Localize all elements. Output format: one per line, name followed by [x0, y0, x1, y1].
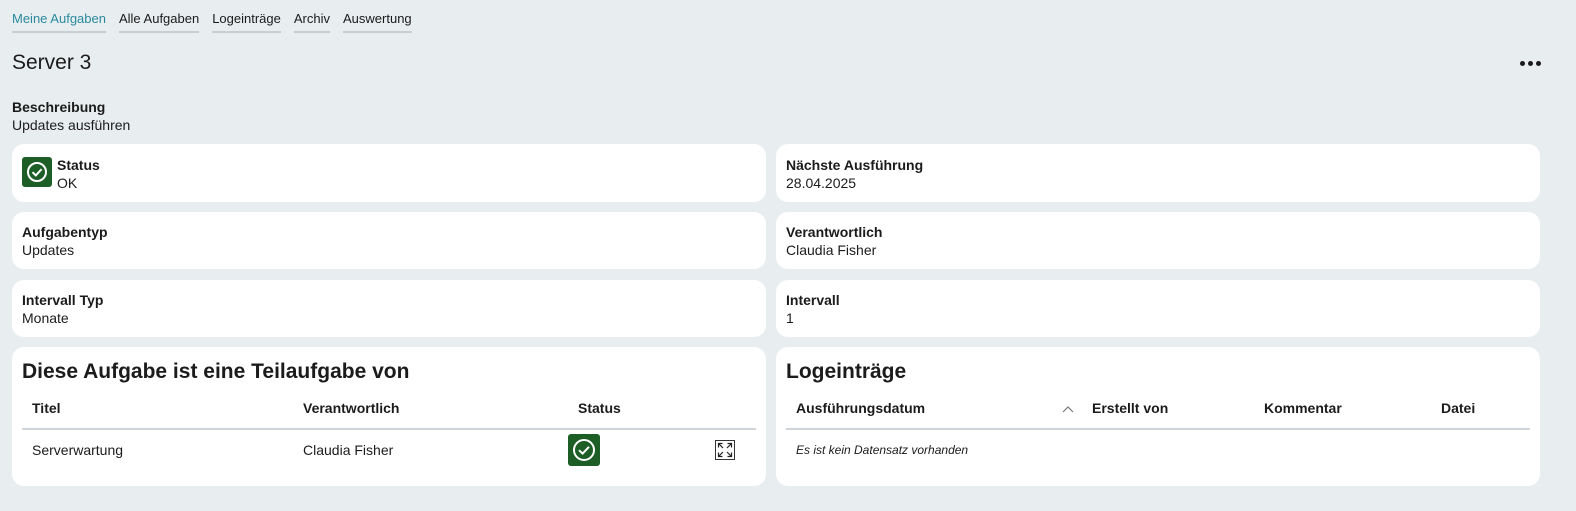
chevron-up-icon[interactable] [1062, 400, 1074, 416]
column-header-actions [703, 387, 756, 430]
more-options-button[interactable] [1517, 55, 1543, 71]
column-header-ausfuehrungsdatum[interactable]: Ausführungsdatum [786, 387, 1082, 430]
row-responsible: Claudia Fisher [303, 441, 394, 458]
more-horizontal-icon [1519, 60, 1525, 66]
interval-label: Intervall [786, 292, 840, 308]
status-value: OK [57, 175, 78, 191]
page-title: Server 3 [12, 51, 92, 74]
status-label: Status [57, 157, 100, 173]
table-row[interactable]: Serverwartung Claudia Fisher [22, 429, 756, 469]
description: Beschreibung Updates ausführen [12, 99, 130, 134]
column-header-kommentar[interactable]: Kommentar [1254, 387, 1431, 430]
expand-icon[interactable] [715, 439, 735, 460]
column-label-ausfuehrungsdatum: Ausführungsdatum [796, 399, 926, 416]
table-header-row: Titel Verantwortlich Status [22, 387, 756, 430]
next-run-label: Nächste Ausführung [786, 157, 924, 173]
column-header-titel[interactable]: Titel [22, 387, 293, 430]
column-header-erstellt-von[interactable]: Erstellt von [1082, 387, 1254, 430]
column-header-datei[interactable]: Datei [1431, 387, 1530, 430]
interval-type-value: Monate [22, 310, 69, 326]
responsible-value: Claudia Fisher [786, 242, 877, 258]
row-title: Serverwartung [32, 441, 124, 458]
tab-archiv[interactable]: Archiv [293, 10, 330, 33]
parent-tasks-card: Diese Aufgabe ist eine Teilaufgabe von T… [12, 347, 766, 486]
interval-card: Intervall 1 [776, 280, 1540, 337]
status-card: Status OK [12, 144, 766, 202]
description-value: Updates ausführen [12, 117, 131, 133]
tab-alle-aufgaben[interactable]: Alle Aufgaben [118, 10, 200, 33]
next-run-card: Nächste Ausführung 28.04.2025 [776, 144, 1540, 202]
parent-tasks-table: Titel Verantwortlich Status Serverwartun… [22, 387, 756, 469]
row-actions [703, 429, 756, 469]
tab-auswertung[interactable]: Auswertung [343, 10, 412, 33]
log-entries-table: Ausführungsdatum Erstellt von Kommentar … [786, 387, 1530, 469]
tab-meine-aufgaben[interactable]: Meine Aufgaben [12, 10, 106, 33]
row-status [568, 429, 703, 469]
task-type-value: Updates [22, 242, 75, 258]
tab-logeintraege[interactable]: Logeinträge [212, 10, 281, 33]
empty-message: Es ist kein Datensatz vorhanden [796, 442, 969, 457]
column-header-status[interactable]: Status [568, 387, 703, 430]
more-horizontal-icon-dot [1527, 60, 1533, 66]
task-type-label: Aufgabentyp [22, 224, 108, 240]
description-label: Beschreibung [12, 99, 106, 115]
parent-tasks-title: Diese Aufgabe ist eine Teilaufgabe von [22, 360, 410, 383]
check-circle-icon [568, 433, 600, 466]
empty-row: Es ist kein Datensatz vorhanden [786, 429, 1530, 469]
next-run-value: 28.04.2025 [786, 175, 857, 191]
interval-value: 1 [786, 310, 794, 326]
responsible-card: Verantwortlich Claudia Fisher [776, 212, 1540, 269]
log-entries-title: Logeinträge [786, 360, 907, 383]
column-header-verantwortlich[interactable]: Verantwortlich [293, 387, 568, 430]
log-entries-card: Logeinträge Ausführungsdatum Erstellt vo… [776, 347, 1540, 486]
check-circle-icon [22, 157, 52, 187]
more-horizontal-icon-dot [1535, 60, 1541, 66]
interval-type-label: Intervall Typ [22, 292, 104, 308]
task-type-card: Aufgabentyp Updates [12, 212, 766, 269]
nav-tabs: Meine Aufgaben Alle Aufgaben Logeinträge… [12, 10, 412, 33]
interval-type-card: Intervall Typ Monate [12, 280, 766, 337]
responsible-label: Verantwortlich [786, 224, 883, 240]
table-header-row: Ausführungsdatum Erstellt von Kommentar … [786, 387, 1530, 430]
